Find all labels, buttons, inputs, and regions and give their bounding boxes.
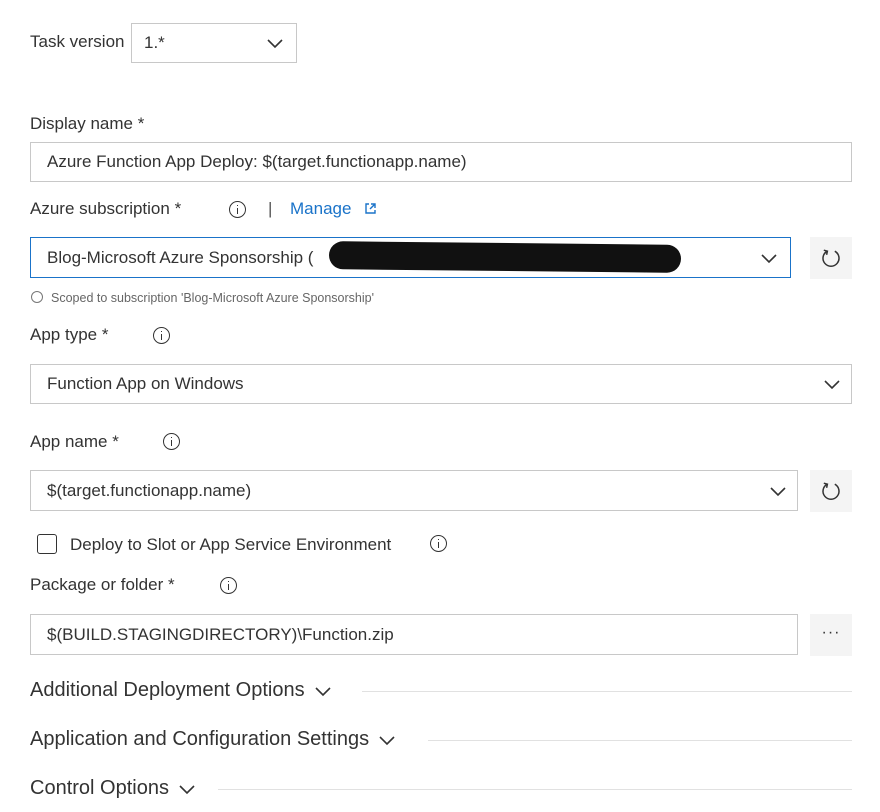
refresh-icon	[819, 479, 843, 503]
chevron-down-icon	[378, 734, 396, 746]
chevron-down-icon	[823, 378, 841, 390]
info-icon[interactable]	[163, 433, 180, 450]
external-link-icon[interactable]	[364, 202, 377, 215]
deploy-slot-label[interactable]: Deploy to Slot or App Service Environmen…	[70, 534, 391, 556]
azure-subscription-select[interactable]: Blog-Microsoft Azure Sponsorship (	[30, 237, 791, 278]
app-name-select[interactable]: $(target.functionapp.name)	[30, 470, 798, 511]
control-options-title: Control Options	[30, 777, 169, 799]
app-type-label: App type *	[30, 325, 109, 344]
subscription-refresh-button[interactable]	[810, 237, 852, 279]
package-browse-button[interactable]: ···	[810, 614, 852, 656]
chevron-down-icon	[760, 252, 778, 264]
app-name-refresh-button[interactable]	[810, 470, 852, 512]
display-name-value: Azure Function App Deploy: $(target.func…	[47, 152, 467, 171]
package-value: $(BUILD.STAGINGDIRECTORY)\Function.zip	[47, 624, 394, 644]
section-divider	[362, 691, 852, 692]
azure-subscription-value: Blog-Microsoft Azure Sponsorship (	[47, 247, 314, 267]
subscription-scope-note: Scoped to subscription 'Blog-Microsoft A…	[51, 291, 374, 305]
task-version-label: Task version	[30, 32, 125, 51]
control-options-toggle[interactable]: Control Options	[30, 777, 196, 800]
info-icon	[31, 291, 43, 303]
azure-subscription-label: Azure subscription *	[30, 199, 182, 218]
additional-options-title: Additional Deployment Options	[30, 679, 305, 701]
more-icon: ···	[821, 624, 841, 641]
app-name-label: App name *	[30, 432, 119, 451]
redaction-mark	[328, 241, 682, 273]
task-version-value: 1.*	[144, 33, 165, 52]
application-settings-title: Application and Configuration Settings	[30, 728, 370, 750]
display-name-input[interactable]: Azure Function App Deploy: $(target.func…	[30, 142, 852, 182]
info-icon[interactable]	[430, 535, 447, 552]
info-icon[interactable]	[220, 577, 237, 594]
chevron-down-icon	[266, 37, 284, 49]
chevron-down-icon	[314, 685, 332, 697]
manage-link-label: Manage	[290, 199, 352, 218]
info-icon[interactable]	[229, 201, 246, 218]
app-type-value: Function App on Windows	[47, 374, 244, 393]
chevron-down-icon	[178, 783, 196, 795]
additional-options-toggle[interactable]: Additional Deployment Options	[30, 679, 332, 702]
task-version-select[interactable]: 1.*	[131, 23, 297, 63]
app-type-select[interactable]: Function App on Windows	[30, 364, 852, 404]
deploy-slot-checkbox[interactable]	[37, 534, 57, 554]
package-input[interactable]: $(BUILD.STAGINGDIRECTORY)\Function.zip	[30, 614, 798, 655]
section-divider	[218, 789, 852, 790]
manage-link[interactable]: Manage	[290, 198, 351, 220]
section-divider	[428, 740, 852, 741]
application-settings-toggle[interactable]: Application and Configuration Settings	[30, 728, 396, 751]
package-label: Package or folder *	[30, 575, 175, 594]
refresh-icon	[819, 246, 843, 270]
manage-separator: |	[268, 199, 273, 218]
info-icon[interactable]	[153, 327, 170, 344]
app-name-value: $(target.functionapp.name)	[47, 480, 252, 500]
chevron-down-icon	[769, 485, 787, 497]
display-name-label: Display name *	[30, 114, 145, 133]
